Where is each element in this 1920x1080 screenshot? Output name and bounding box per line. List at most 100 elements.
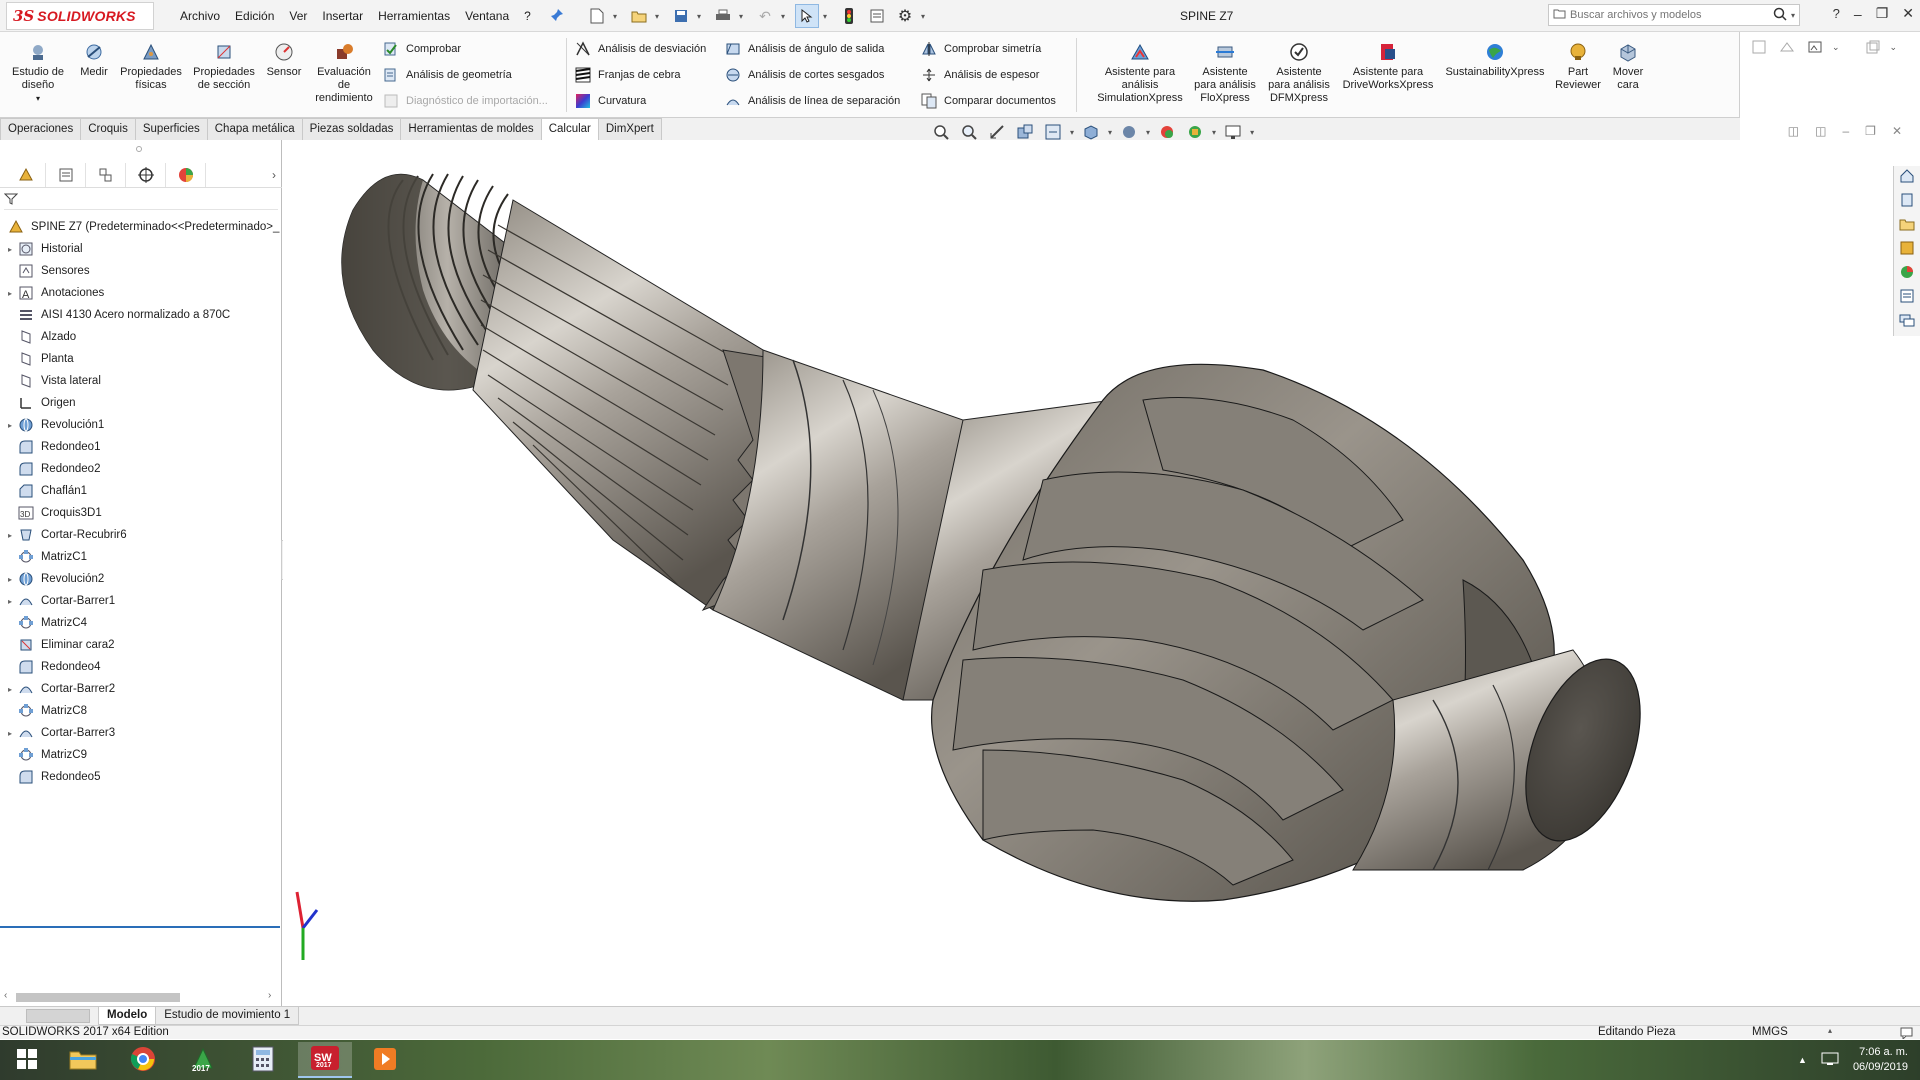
edit-appearance-icon[interactable] xyxy=(1184,122,1206,142)
floxpress-button[interactable]: Asistente para análisis FloXpress xyxy=(1190,40,1260,105)
tree-item[interactable]: Redondeo4 xyxy=(0,656,282,678)
home-icon[interactable] xyxy=(1897,166,1917,186)
move-face-button[interactable]: Mover cara xyxy=(1606,40,1650,92)
tree-item[interactable]: ▸ A Anotaciones xyxy=(0,282,282,304)
tree-item[interactable]: ▸ Revolución1 xyxy=(0,414,282,436)
property-manager-tab-icon[interactable] xyxy=(46,162,86,187)
menu-edicion[interactable]: Edición xyxy=(235,9,274,23)
tree-item[interactable]: ▸ Cortar-Recubrir6 xyxy=(0,524,282,546)
minimize-icon[interactable]: – xyxy=(1854,6,1862,22)
forum-icon[interactable] xyxy=(1897,310,1917,330)
performance-evaluation-button[interactable]: Evaluación de rendimiento xyxy=(308,40,380,105)
chevron-down-icon[interactable]: ▾ xyxy=(1146,128,1150,137)
tree-item[interactable]: Origen xyxy=(0,392,282,414)
view-orientation-icon[interactable] xyxy=(1080,122,1102,142)
custom-properties-icon[interactable] xyxy=(1897,286,1917,306)
chevron-down-icon[interactable]: ▾ xyxy=(739,12,749,21)
search-input[interactable] xyxy=(1570,9,1773,21)
tile-right-icon[interactable]: ◫ xyxy=(1815,124,1826,138)
select-cursor-icon[interactable] xyxy=(795,4,819,28)
chevron-right-icon[interactable]: › xyxy=(272,168,276,182)
scrollbar-thumb[interactable] xyxy=(16,993,180,1002)
tile-left-icon[interactable]: ◫ xyxy=(1788,124,1799,138)
tab-superficies[interactable]: Superficies xyxy=(134,118,208,140)
panel-collapse-handle[interactable] xyxy=(136,146,142,152)
expand-arrow-icon[interactable]: ▸ xyxy=(3,575,17,584)
thickness-analysis-button[interactable]: Análisis de espesor xyxy=(920,66,1039,84)
chevron-down-icon[interactable]: ▾ xyxy=(697,12,707,21)
zoom-to-fit-icon[interactable] xyxy=(930,122,952,142)
parting-line-analysis-button[interactable]: Análisis de línea de separación xyxy=(724,92,900,110)
tree-item[interactable]: Chaflán1 xyxy=(0,480,282,502)
tree-item[interactable]: AISI 4130 Acero normalizado a 870C xyxy=(0,304,282,326)
part-reviewer-button[interactable]: Part Reviewer xyxy=(1554,40,1602,92)
sensor-button[interactable]: Sensor xyxy=(264,40,304,79)
scroll-left-icon[interactable]: ‹ xyxy=(4,990,7,1001)
tree-item[interactable]: Planta xyxy=(0,348,282,370)
tab-chapa-metalica[interactable]: Chapa metálica xyxy=(206,118,303,140)
section-view-icon[interactable] xyxy=(1014,122,1036,142)
chevron-down-icon[interactable]: ▾ xyxy=(781,12,791,21)
help-button[interactable]: ? xyxy=(1833,6,1840,21)
display-manager-tab-icon[interactable] xyxy=(166,162,206,187)
chevron-down-icon[interactable]: ⌄ xyxy=(1890,42,1898,53)
expand-arrow-icon[interactable]: ▸ xyxy=(3,421,17,430)
design-library-icon[interactable] xyxy=(1897,214,1917,234)
save-icon[interactable] xyxy=(669,4,693,28)
tree-item[interactable]: Alzado xyxy=(0,326,282,348)
chevron-down-icon[interactable]: ▾ xyxy=(1791,11,1795,20)
compare-documents-button[interactable]: Comparar documentos xyxy=(920,92,1056,110)
taskbar-solidworks[interactable]: SW 2017 xyxy=(298,1042,352,1078)
taskbar-media-player[interactable] xyxy=(358,1042,412,1078)
chevron-up-icon[interactable]: ▴ xyxy=(1828,1026,1832,1035)
chevron-down-icon[interactable]: ▾ xyxy=(36,92,40,105)
chevron-down-icon[interactable]: ▾ xyxy=(655,12,665,21)
tree-item[interactable]: MatrizC9 xyxy=(0,744,282,766)
resources-icon[interactable] xyxy=(1897,190,1917,210)
tab-calcular[interactable]: Calcular xyxy=(540,118,599,140)
horizontal-scrollbar[interactable]: ‹ › xyxy=(0,988,282,1006)
display-style-icon[interactable] xyxy=(1118,122,1140,142)
tree-item[interactable]: Redondeo1 xyxy=(0,436,282,458)
tray-overflow-icon[interactable]: ▲ xyxy=(1798,1055,1807,1065)
open-folder-icon[interactable] xyxy=(627,4,651,28)
print-icon[interactable] xyxy=(711,4,735,28)
pin-icon[interactable] xyxy=(550,8,564,25)
tab-modelo[interactable]: Modelo xyxy=(98,1007,157,1025)
taskbar-calculator[interactable] xyxy=(236,1042,290,1078)
chevron-down-icon[interactable]: ▾ xyxy=(1250,128,1254,137)
view-settings-icon[interactable] xyxy=(1222,122,1244,142)
menu-insertar[interactable]: Insertar xyxy=(322,9,363,23)
zoom-area-icon[interactable] xyxy=(958,122,980,142)
gear-icon[interactable]: ⚙ xyxy=(893,4,917,28)
orientation-icon[interactable] xyxy=(1776,37,1798,57)
file-explorer-pane-icon[interactable] xyxy=(1897,238,1917,258)
chevron-down-icon[interactable]: ▾ xyxy=(1108,128,1112,137)
taskbar-chrome[interactable] xyxy=(116,1042,170,1078)
filter-icon[interactable] xyxy=(3,193,19,209)
tab-motion-study[interactable]: Estudio de movimiento 1 xyxy=(155,1007,300,1025)
dfmxpress-button[interactable]: Asistente para análisis DFMXpress xyxy=(1264,40,1334,105)
restore-icon[interactable]: ❐ xyxy=(1876,5,1889,22)
tab-croquis[interactable]: Croquis xyxy=(80,118,136,140)
pinion-shaft-model[interactable] xyxy=(283,140,1893,1006)
tree-item[interactable]: ▸ Historial xyxy=(0,238,282,260)
taskbar-file-explorer[interactable] xyxy=(56,1042,110,1078)
hide-show-items-icon[interactable] xyxy=(1156,122,1178,142)
tree-item[interactable]: MatrizC8 xyxy=(0,700,282,722)
check-button[interactable]: Comprobar xyxy=(382,40,461,58)
measure-button[interactable]: Medir xyxy=(72,40,116,79)
tree-root-part[interactable]: SPINE Z7 (Predeterminado<<Predeterminado… xyxy=(0,216,282,238)
menu-ver[interactable]: Ver xyxy=(289,9,307,23)
chevron-down-icon[interactable]: ▾ xyxy=(1212,128,1216,137)
chevron-down-icon[interactable]: ▾ xyxy=(921,12,931,21)
chevron-down-icon[interactable]: ▾ xyxy=(1070,128,1074,137)
tree-item[interactable]: 3D Croquis3D1 xyxy=(0,502,282,524)
tree-filter[interactable] xyxy=(3,192,278,210)
solidworks-logo[interactable]: 3S SOLIDWORKS xyxy=(6,2,154,30)
chevron-down-icon[interactable]: ▾ xyxy=(823,12,833,21)
tree-item[interactable]: MatrizC4 xyxy=(0,612,282,634)
undercut-analysis-button[interactable]: Análisis de cortes sesgados xyxy=(724,66,884,84)
scroll-right-icon[interactable]: › xyxy=(268,990,271,1001)
tab-dimxpert[interactable]: DimXpert xyxy=(597,118,662,140)
